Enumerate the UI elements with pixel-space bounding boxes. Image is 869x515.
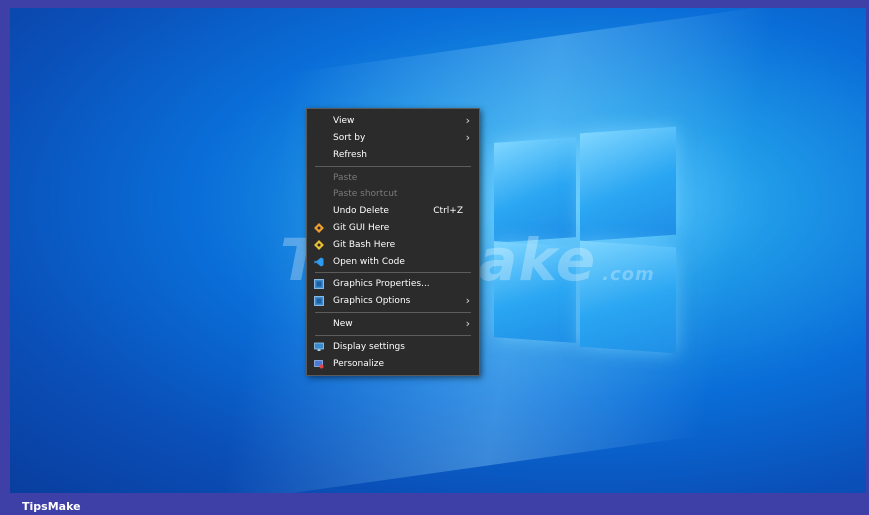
personalize-icon bbox=[314, 360, 324, 369]
vscode-icon bbox=[314, 257, 324, 267]
menu-item-shortcut: Ctrl+Z bbox=[433, 206, 463, 216]
footer-bar bbox=[10, 495, 866, 515]
menu-item-refresh[interactable]: Refresh bbox=[307, 147, 479, 163]
menu-item-new[interactable]: New › bbox=[307, 316, 479, 332]
menu-item-label: New bbox=[333, 319, 353, 329]
menu-item-graphics-options[interactable]: Graphics Options › bbox=[307, 293, 479, 309]
desktop-context-menu: View › Sort by › Refresh Paste Paste sho… bbox=[306, 108, 480, 376]
menu-item-sort-by[interactable]: Sort by › bbox=[307, 130, 479, 146]
menu-item-git-gui-here[interactable]: Git GUI Here bbox=[307, 220, 479, 236]
menu-item-label: Personalize bbox=[333, 359, 385, 369]
menu-item-label: Paste bbox=[333, 173, 358, 183]
git-icon bbox=[314, 240, 324, 250]
menu-item-label: Refresh bbox=[333, 150, 367, 160]
menu-item-undo-delete[interactable]: Undo Delete Ctrl+Z bbox=[307, 203, 479, 219]
logo-pane-top-right bbox=[580, 126, 676, 242]
chevron-right-icon: › bbox=[465, 114, 470, 127]
menu-item-label: Display settings bbox=[333, 342, 405, 352]
menu-item-label: Graphics Properties... bbox=[333, 279, 430, 289]
menu-item-label: Undo Delete bbox=[333, 206, 389, 216]
menu-item-label: Git GUI Here bbox=[333, 223, 390, 233]
desktop[interactable]: TipsMake.com View › Sort by › Refresh Pa… bbox=[10, 8, 866, 493]
intel-graphics-icon bbox=[314, 296, 324, 306]
menu-separator bbox=[315, 272, 471, 273]
chevron-right-icon: › bbox=[465, 317, 470, 330]
menu-item-open-with-code[interactable]: Open with Code bbox=[307, 254, 479, 270]
menu-item-paste[interactable]: Paste bbox=[307, 170, 479, 186]
menu-item-view[interactable]: View › bbox=[307, 113, 479, 129]
chevron-right-icon: › bbox=[465, 131, 470, 144]
menu-separator bbox=[315, 312, 471, 313]
footer-brand: TipsMake bbox=[22, 500, 81, 513]
menu-item-git-bash-here[interactable]: Git Bash Here bbox=[307, 237, 479, 253]
menu-item-paste-shortcut[interactable]: Paste shortcut bbox=[307, 186, 479, 202]
watermark-suffix: .com bbox=[602, 264, 655, 285]
menu-item-label: Open with Code bbox=[333, 257, 405, 267]
menu-item-label: Graphics Options bbox=[333, 296, 411, 306]
intel-graphics-icon bbox=[314, 279, 324, 289]
menu-item-label: Sort by bbox=[333, 133, 366, 143]
menu-item-personalize[interactable]: Personalize bbox=[307, 356, 479, 372]
menu-item-graphics-properties[interactable]: Graphics Properties... bbox=[307, 276, 479, 292]
menu-item-label: Paste shortcut bbox=[333, 189, 398, 199]
menu-separator bbox=[315, 335, 471, 336]
chevron-right-icon: › bbox=[465, 294, 470, 307]
git-icon bbox=[314, 223, 324, 233]
menu-separator bbox=[315, 166, 471, 167]
menu-item-label: Git Bash Here bbox=[333, 240, 396, 250]
menu-item-label: View bbox=[333, 116, 355, 126]
menu-item-display-settings[interactable]: Display settings bbox=[307, 339, 479, 355]
monitor-icon bbox=[314, 342, 324, 351]
